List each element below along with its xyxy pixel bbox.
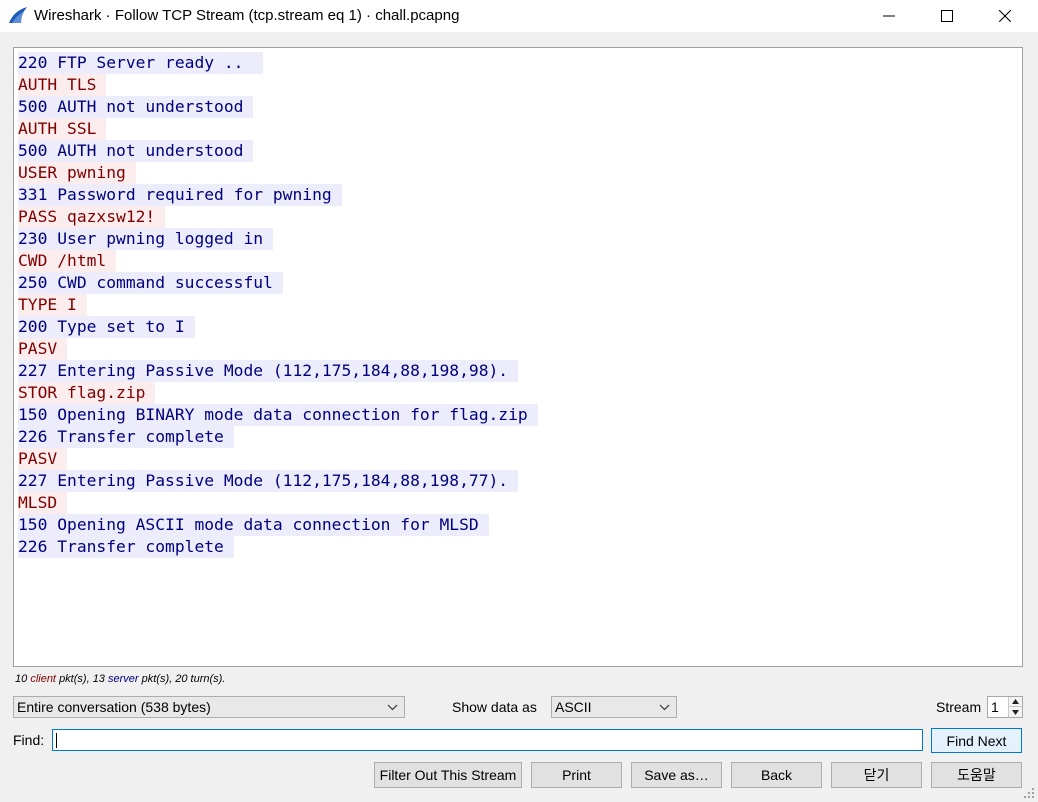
server-line: 200 Type set to I [18, 316, 538, 338]
packet-summary: 10 client pkt(s), 13 server pkt(s), 20 t… [15, 673, 225, 685]
help-button[interactable]: 도움말 [931, 762, 1022, 788]
client-line: AUTH TLS [18, 74, 538, 96]
client-line: AUTH SSL [18, 118, 538, 140]
client-line: TYPE I [18, 294, 538, 316]
chevron-down-icon [659, 704, 670, 711]
server-word: server [108, 673, 139, 685]
client-line: PASV [18, 338, 538, 360]
stream-content-area[interactable]: 220 FTP Server ready .. AUTH TLS 500 AUTH… [13, 47, 1023, 667]
client-line: STOR flag.zip [18, 382, 538, 404]
client-line-text: USER pwning [18, 162, 136, 184]
server-line: 500 AUTH not understood [18, 96, 538, 118]
client-packet-count: 10 [15, 673, 28, 685]
window-title: Wireshark · Follow TCP Stream (tcp.strea… [34, 7, 460, 24]
server-line-text: 250 CWD command successful [18, 272, 283, 294]
server-line-text: 227 Entering Passive Mode (112,175,184,8… [18, 470, 519, 492]
server-line: 230 User pwning logged in [18, 228, 538, 250]
client-line: USER pwning [18, 162, 538, 184]
client-line-text: CWD /html [18, 250, 117, 272]
client-line: PASS qazxsw12! [18, 206, 538, 228]
server-line-text: 230 User pwning logged in [18, 228, 274, 250]
client-line: MLSD [18, 492, 538, 514]
server-line: 226 Transfer complete [18, 426, 538, 448]
show-data-select[interactable]: ASCII [551, 696, 677, 718]
find-next-button[interactable]: Find Next [931, 728, 1022, 753]
server-line-text: 226 Transfer complete [18, 536, 234, 558]
server-suffix: pkt(s), 20 turn(s). [141, 673, 226, 685]
maximize-icon [941, 10, 953, 22]
server-line: 150 Opening ASCII mode data connection f… [18, 514, 538, 536]
stream-number-spinbox[interactable]: 1 [987, 696, 1023, 718]
minimize-button[interactable] [866, 0, 912, 32]
conversation-select-value: Entire conversation (538 bytes) [17, 699, 211, 715]
server-line-text: 500 AUTH not understood [18, 96, 254, 118]
back-button[interactable]: Back [731, 762, 822, 788]
show-data-label: Show data as [452, 699, 537, 715]
wireshark-fin-icon [9, 7, 27, 23]
conversation-select[interactable]: Entire conversation (538 bytes) [13, 696, 405, 718]
filter-out-stream-button[interactable]: Filter Out This Stream [374, 762, 522, 788]
print-button[interactable]: Print [531, 762, 622, 788]
server-line-text: 227 Entering Passive Mode (112,175,184,8… [18, 360, 519, 382]
find-input[interactable] [52, 729, 923, 751]
spin-down-icon [1012, 709, 1019, 715]
title-bar: Wireshark · Follow TCP Stream (tcp.strea… [0, 0, 1038, 32]
minimize-icon [883, 15, 895, 17]
resize-grip-icon[interactable] [1022, 786, 1036, 800]
maximize-button[interactable] [924, 0, 970, 32]
client-line: CWD /html [18, 250, 538, 272]
server-line-text: 226 Transfer complete [18, 426, 234, 448]
client-word: client [30, 673, 56, 685]
client-line-text: AUTH SSL [18, 118, 107, 140]
close-window-button[interactable] [982, 0, 1028, 32]
server-packet-count: 13 [92, 673, 105, 685]
client-line-text: AUTH TLS [18, 74, 107, 96]
client-line-text: PASS qazxsw12! [18, 206, 166, 228]
find-label: Find: [13, 732, 45, 748]
client-line-text: PASV [18, 338, 68, 360]
client-suffix: pkt(s), [59, 673, 90, 685]
spin-up-icon [1012, 699, 1019, 704]
server-line: 500 AUTH not understood [18, 140, 538, 162]
stream-label: Stream [936, 699, 982, 715]
server-line: 227 Entering Passive Mode (112,175,184,8… [18, 360, 538, 382]
server-line-text: 331 Password required for pwning [18, 184, 342, 206]
client-line-text: PASV [18, 448, 68, 470]
client-line: PASV [18, 448, 538, 470]
spin-down-button[interactable] [1008, 707, 1022, 717]
client-line-text: MLSD [18, 492, 68, 514]
stream-lines: 220 FTP Server ready .. AUTH TLS 500 AUTH… [18, 52, 538, 558]
server-line: 150 Opening BINARY mode data connection … [18, 404, 538, 426]
show-data-select-value: ASCII [555, 699, 592, 715]
server-line-text: 220 FTP Server ready .. [18, 52, 264, 74]
server-line: 331 Password required for pwning [18, 184, 538, 206]
spin-up-button[interactable] [1008, 697, 1022, 707]
save-as-button[interactable]: Save as… [631, 762, 722, 788]
server-line-text: 500 AUTH not understood [18, 140, 254, 162]
stream-number-value: 1 [991, 699, 999, 715]
server-line-text: 150 Opening BINARY mode data connection … [18, 404, 538, 426]
close-icon [999, 10, 1011, 22]
text-caret [56, 733, 57, 748]
server-line: 226 Transfer complete [18, 536, 538, 558]
server-line-text: 150 Opening ASCII mode data connection f… [18, 514, 489, 536]
client-line-text: TYPE I [18, 294, 87, 316]
chevron-down-icon [387, 704, 398, 711]
server-line: 250 CWD command successful [18, 272, 538, 294]
server-line: 227 Entering Passive Mode (112,175,184,8… [18, 470, 538, 492]
server-line: 220 FTP Server ready .. [18, 52, 538, 74]
server-line-text: 200 Type set to I [18, 316, 195, 338]
client-line-text: STOR flag.zip [18, 382, 156, 404]
close-button[interactable]: 닫기 [831, 762, 922, 788]
